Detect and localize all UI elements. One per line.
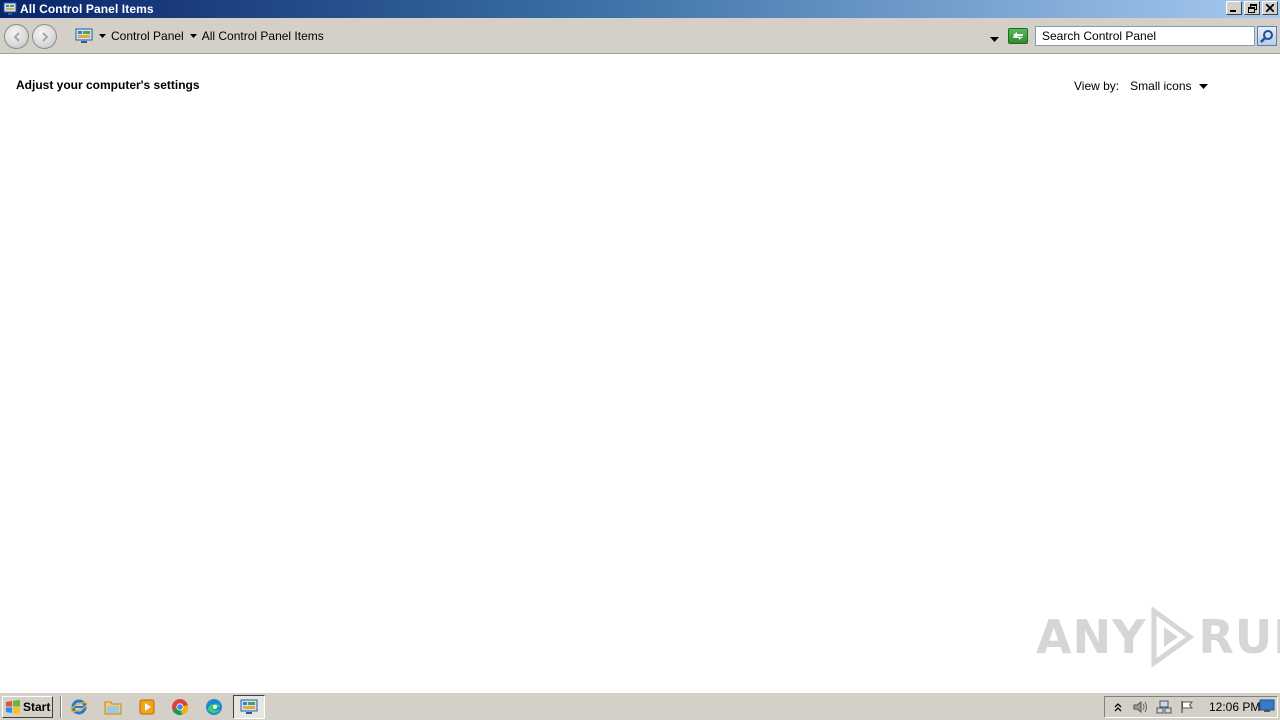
show-hidden-icons-button[interactable] (1108, 698, 1128, 716)
control-panel-icon (75, 28, 93, 43)
breadcrumb-control-panel[interactable]: Control Panel (111, 29, 184, 43)
window-controls (1226, 1, 1278, 15)
watermark-text-right: RUN (1198, 610, 1280, 664)
internet-explorer-icon (70, 699, 88, 715)
view-by-dropdown-arrow[interactable] (1198, 83, 1208, 89)
action-center-button[interactable] (1177, 698, 1197, 716)
close-icon (1266, 4, 1274, 12)
anyrun-watermark: ANY RUN (1036, 607, 1280, 667)
close-button[interactable] (1262, 1, 1278, 15)
search-input[interactable] (1036, 27, 1254, 45)
search-button[interactable] (1257, 26, 1277, 46)
view-by-control: View by: Small icons (1074, 79, 1208, 93)
breadcrumb-all-control-panel-items[interactable]: All Control Panel Items (202, 29, 324, 43)
minimize-button[interactable] (1226, 1, 1242, 15)
breadcrumb-separator-arrow[interactable] (189, 34, 197, 38)
start-button[interactable]: Start (2, 696, 53, 718)
restore-button[interactable] (1244, 1, 1260, 15)
action-center-flag-icon (1181, 701, 1194, 713)
taskbar: Start 12:06 PM (0, 692, 1280, 720)
edge-button[interactable] (203, 697, 225, 717)
forward-arrow-icon (41, 31, 48, 42)
triangle-down-icon (99, 34, 106, 38)
address-bar[interactable]: Control Panel All Control Panel Items (72, 25, 1002, 47)
volume-button[interactable] (1131, 698, 1151, 716)
restore-icon (1247, 3, 1257, 13)
search-box[interactable] (1035, 26, 1255, 46)
view-by-label: View by: (1074, 79, 1120, 93)
back-arrow-icon (13, 31, 20, 42)
show-desktop-button[interactable] (1259, 699, 1275, 713)
media-player-icon (139, 699, 155, 715)
triangle-down-icon (189, 34, 197, 38)
window-title: All Control Panel Items (20, 2, 154, 16)
play-icon (1151, 607, 1195, 667)
edge-icon (206, 699, 222, 715)
navigation-bar: Control Panel All Control Panel Items (0, 18, 1280, 54)
show-hidden-icons-icon (1114, 703, 1122, 712)
taskbar-separator (60, 696, 62, 718)
clock[interactable]: 12:06 PM (1209, 700, 1260, 714)
media-player-button[interactable] (136, 697, 158, 717)
network-icon (1156, 700, 1172, 714)
chrome-icon (172, 699, 189, 716)
content-area: Adjust your computer's settings View by:… (0, 55, 1280, 691)
refresh-icon (1013, 32, 1023, 40)
system-tray: 12:06 PM (1104, 696, 1278, 718)
control-panel-icon (3, 2, 17, 15)
page-title: Adjust your computer's settings (16, 78, 200, 92)
minimize-icon (1230, 10, 1236, 12)
breadcrumb-dropdown-arrow[interactable] (99, 34, 106, 38)
control-panel-taskbar-button[interactable] (233, 695, 265, 719)
windows-logo-icon (6, 700, 20, 714)
chevron-down-icon (990, 37, 999, 42)
network-button[interactable] (1154, 698, 1174, 716)
chrome-button[interactable] (169, 697, 191, 717)
start-label: Start (23, 700, 51, 714)
title-bar[interactable]: All Control Panel Items (0, 0, 1280, 18)
file-explorer-icon (104, 701, 122, 715)
forward-button[interactable] (32, 24, 57, 49)
view-by-dropdown[interactable]: Small icons (1130, 79, 1191, 93)
address-history-dropdown[interactable] (990, 31, 999, 45)
refresh-button[interactable] (1008, 28, 1028, 44)
volume-icon (1133, 701, 1147, 713)
triangle-down-icon (1198, 83, 1208, 89)
search-icon (1260, 30, 1273, 43)
watermark-text-left: ANY (1036, 610, 1147, 664)
file-explorer-button[interactable] (102, 697, 124, 717)
back-button[interactable] (4, 24, 29, 49)
control-panel-icon (240, 699, 258, 714)
internet-explorer-button[interactable] (68, 697, 90, 717)
